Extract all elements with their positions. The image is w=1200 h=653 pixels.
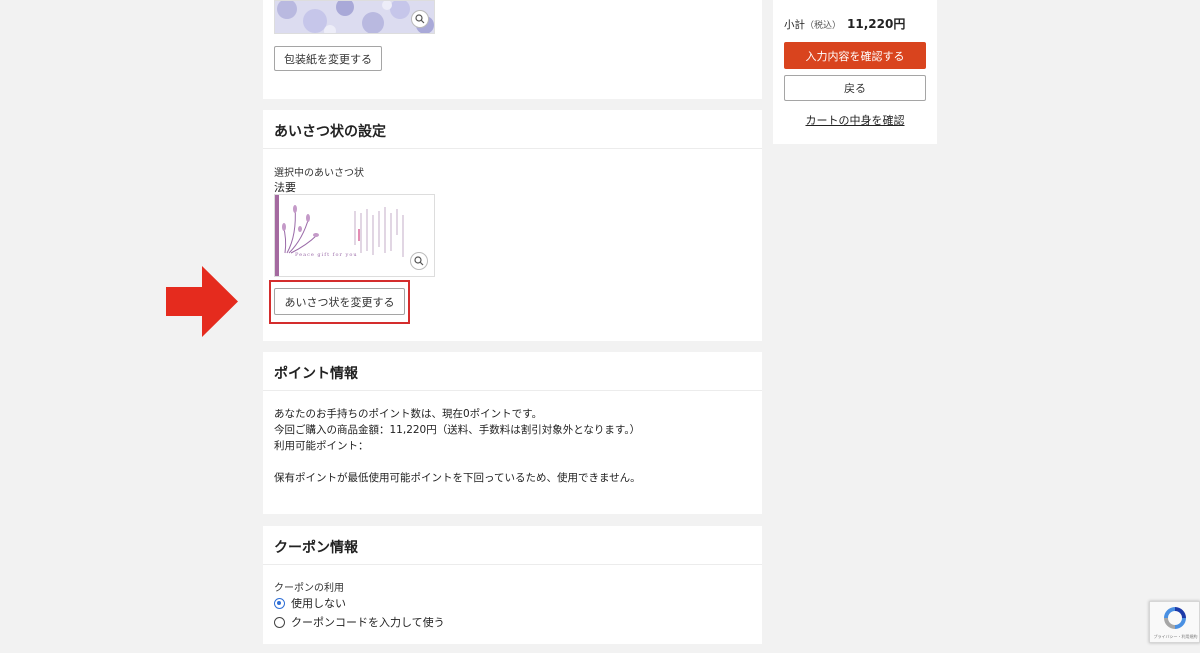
points-purchase-amount-text: 今回ご購入の商品金額：11,220円（送料、手数料は割引対象外となります。） (274, 424, 641, 436)
coupon-section: クーポン情報 クーポンの利用 使用しない クーポンコードを入力して使う (263, 526, 762, 644)
confirm-input-button[interactable]: 入力内容を確認する (784, 42, 926, 69)
coupon-option-label: 使用しない (291, 597, 346, 610)
subtotal-row: 小計 （税込） 11,220円 (784, 15, 905, 32)
greeting-section-title: あいさつ状の設定 (263, 110, 762, 149)
points-section: ポイント情報 あなたのお手持ちのポイント数は、現在0ポイントです。 今回ご購入の… (263, 352, 762, 514)
greeting-card-caption: Peace gift for you (295, 252, 358, 258)
subtotal-value: 11,220円 (847, 17, 906, 31)
greeting-section: あいさつ状の設定 選択中のあいさつ状 法要 Peace gift for you… (263, 110, 762, 341)
zoom-icon[interactable] (410, 252, 428, 270)
recaptcha-icon (1164, 607, 1186, 629)
selected-greeting-name: 法要 (274, 181, 296, 194)
greeting-card-thumbnail[interactable]: Peace gift for you (274, 194, 435, 277)
points-balance-text: あなたのお手持ちのポイント数は、現在0ポイントです。 (274, 408, 543, 420)
points-available-text: 利用可能ポイント： (274, 440, 369, 452)
points-notice-text: 保有ポイントが最低使用可能ポイントを下回っているため、使用できません。 (274, 472, 641, 484)
selected-greeting-label: 選択中のあいさつ状 (274, 168, 364, 179)
coupon-option-code[interactable]: クーポンコードを入力して使う (274, 614, 445, 630)
wrapping-section: 包装紙を変更する (263, 0, 762, 99)
wrapping-paper-thumbnail[interactable] (274, 0, 435, 34)
change-greeting-button[interactable]: あいさつ状を変更する (274, 288, 405, 315)
coupon-option-none[interactable]: 使用しない (274, 595, 346, 611)
coupon-usage-label: クーポンの利用 (274, 583, 344, 594)
radio-checked-icon[interactable] (274, 597, 285, 609)
pointer-arrow-icon (166, 266, 238, 337)
tax-label: （税込） (805, 21, 842, 31)
order-summary-panel: 小計 （税込） 11,220円 入力内容を確認する 戻る カートの中身を確認 (773, 0, 937, 144)
zoom-icon[interactable] (411, 10, 429, 28)
coupon-section-title: クーポン情報 (263, 526, 762, 565)
cart-contents-link[interactable]: カートの中身を確認 (773, 112, 937, 128)
back-button[interactable]: 戻る (784, 75, 926, 101)
radio-unchecked-icon[interactable] (274, 616, 285, 628)
coupon-option-label: クーポンコードを入力して使う (291, 616, 445, 629)
recaptcha-badge[interactable]: プライバシー・利用規約 (1149, 601, 1200, 643)
subtotal-label: 小計 (784, 19, 805, 31)
change-wrapping-button[interactable]: 包装紙を変更する (274, 46, 382, 71)
points-section-title: ポイント情報 (263, 352, 762, 391)
recaptcha-footer[interactable]: プライバシー・利用規約 (1152, 634, 1199, 640)
